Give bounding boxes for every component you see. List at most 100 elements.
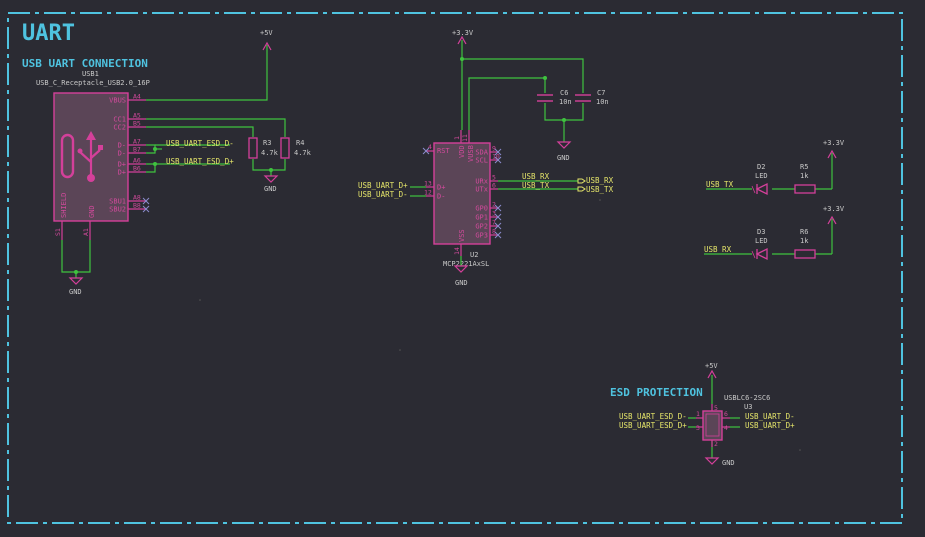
label-usb-rx: USB_RX: [586, 176, 614, 185]
usb1-data-wiring: USB_UART_ESD_D- USB_UART_ESD_D+: [146, 139, 234, 173]
sbu-no-connects: [142, 197, 150, 213]
led-rx-circuit: USB_RX +3.3V: [704, 205, 845, 255]
r3-ref: R3: [263, 139, 271, 147]
usb1-pin-a1-num: A1: [82, 228, 90, 236]
gnd-symbol-r3r4: GND: [263, 175, 279, 193]
u3-pin-2: 2: [714, 440, 718, 448]
u2-pin-num: 12: [424, 189, 432, 197]
d2-value: LED: [755, 172, 768, 180]
u2-mcp2221[interactable]: VDD VUSB 1 11 RST 4 D+13D-12 SDA 9SCL 10UR…: [424, 130, 500, 268]
c7-ref: C7: [597, 89, 605, 97]
u2-pin-name: SDA: [475, 149, 488, 157]
usb1-pin-num: A6: [133, 157, 141, 165]
gnd-label-usb1: GND: [69, 288, 82, 296]
usb1-pin-name: SBU1: [109, 198, 126, 206]
u3-value: USBLC6-2SC6: [724, 394, 770, 402]
gnd-label-r3r4: GND: [264, 185, 277, 193]
u3-pin-4: 4: [724, 424, 728, 432]
usb1-pin-num: B5: [133, 120, 141, 128]
section-title-usb: USB UART CONNECTION: [22, 57, 148, 70]
c7-value: 10n: [596, 98, 609, 106]
gnd-symbol-usb1: GND: [68, 277, 84, 296]
usb1-pin-num: B7: [133, 146, 141, 154]
net-usb-rx-led: USB_RX: [704, 245, 732, 254]
usb1-pin-gnd-name: GND: [88, 205, 96, 218]
u2-pin-num: 6: [492, 182, 496, 190]
c6-value: 10n: [559, 98, 572, 106]
u2-pin-name: SCL: [475, 157, 488, 165]
led-d2[interactable]: D2 LED: [751, 163, 768, 196]
gnd-label-esd: GND: [722, 459, 735, 467]
net-esd-left-dp: USB_UART_ESD_D+: [619, 421, 687, 430]
usb1-pin-s1-num: S1: [54, 228, 62, 236]
r4-ref: R4: [296, 139, 304, 147]
capacitor-c6[interactable]: C6 10n: [537, 89, 572, 106]
resistor-r4[interactable]: R4 4.7k: [280, 137, 312, 159]
p3v3-label-d2: +3.3V: [823, 139, 845, 147]
usb1-connector[interactable]: USB1 USB_C_Receptacle_USB2.0_16P SHIELD …: [36, 70, 150, 240]
r5-ref: R5: [800, 163, 808, 171]
gnd-symbol-u2: GND: [453, 265, 469, 287]
u2-pin-name: GP3: [475, 232, 488, 240]
u3-pin-5: 5: [714, 404, 718, 412]
border-grid-dots: [59, 119, 801, 451]
label-usb-tx: USB_TX: [586, 185, 614, 194]
net-esd-right-dm: USB_UART_D-: [745, 412, 795, 421]
u2-pin-num: 5: [492, 174, 496, 182]
net-usb-tx-led: USB_TX: [706, 180, 734, 189]
u2-pin-rst-name: RST: [437, 147, 450, 155]
usb1-pin-num: B8: [133, 202, 141, 210]
usb1-pin-name: D+: [118, 169, 126, 177]
usb1-pin-name: SBU2: [109, 206, 126, 214]
r6-value: 1k: [800, 237, 809, 245]
u2-uart-nets: USB_RX USB_TX USB_RX USB_TX: [498, 172, 614, 194]
net-usb-esd-dp: USB_UART_ESD_D+: [166, 157, 234, 166]
p5v-label-esd: +5V: [705, 362, 718, 370]
u2-data-nets: USB_UART_D+ USB_UART_D-: [358, 181, 426, 199]
r3-value: 4.7k: [261, 149, 279, 157]
net-usb-rx-wire: USB_RX: [522, 172, 550, 181]
section-title-esd: ESD PROTECTION: [610, 386, 703, 399]
resistor-r3[interactable]: R3 4.7k: [248, 137, 279, 159]
resistor-r6[interactable]: R6 1k: [794, 228, 816, 259]
net-esd-left-dm: USB_UART_ESD_D-: [619, 412, 687, 421]
u2-pin-name: URx: [475, 178, 488, 186]
d2-ref: D2: [757, 163, 765, 171]
usb1-ref: USB1: [82, 70, 99, 78]
r4-value: 4.7k: [294, 149, 312, 157]
u2-pin-num: 2: [492, 201, 496, 209]
gnd-symbol-caps: GND: [556, 141, 572, 162]
vbus-wiring: +5V: [146, 29, 273, 101]
capacitor-c7[interactable]: C7 10n: [575, 89, 609, 106]
usb1-pin-name: D-: [118, 142, 126, 150]
usb1-pin-name: VBUS: [109, 97, 126, 105]
u2-pin-vss-num: 14: [453, 247, 461, 255]
p3v3-label-u2: +3.3V: [452, 29, 474, 37]
gnd-label-caps: GND: [557, 154, 570, 162]
p3v3-label-d3: +3.3V: [823, 205, 845, 213]
sheet-title: UART: [22, 21, 75, 46]
u2-pin-rst-num: 4: [428, 143, 432, 151]
u3-ref: U3: [744, 403, 752, 411]
u2-pin-name: GP0: [475, 205, 488, 213]
u2-pin-name: GP1: [475, 214, 488, 222]
net-esd-right-dp: USB_UART_D+: [745, 421, 795, 430]
u2-pin-name: D-: [437, 193, 445, 201]
usb1-pin-num: B6: [133, 165, 141, 173]
u2-pin-num: 13: [424, 180, 432, 188]
usb1-pin-name: CC1: [113, 116, 126, 124]
u2-pin-name: GP2: [475, 223, 488, 231]
usb1-pin-name: D+: [118, 161, 126, 169]
u2-pin-num: 9: [492, 145, 496, 153]
usb1-pin-num: A7: [133, 138, 141, 146]
u2-pin-vusb-num: 11: [461, 134, 469, 142]
led-d3[interactable]: D3 LED: [751, 228, 768, 261]
d3-value: LED: [755, 237, 768, 245]
u2-pin-vusb-name: VUSB: [467, 145, 475, 162]
usb1-gnd-wiring: [61, 240, 91, 278]
gnd-symbol-esd: GND: [704, 457, 735, 467]
u3-pin-3: 3: [696, 424, 700, 432]
net-usb-esd-dm: USB_UART_ESD_D-: [166, 139, 234, 148]
usb1-pin-num: A5: [133, 112, 141, 120]
resistor-r5[interactable]: R5 1k: [794, 163, 816, 194]
